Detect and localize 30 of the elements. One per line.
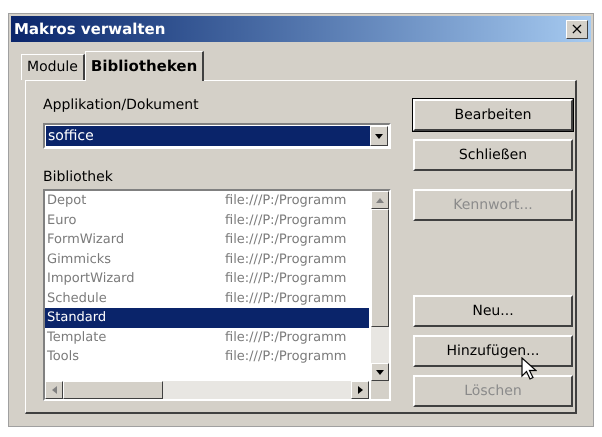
window-title: Makros verwalten xyxy=(14,18,166,40)
scrollbar-corner xyxy=(371,381,389,399)
tab[interactable]: Module xyxy=(21,54,85,80)
library-row[interactable]: Template file:///P:/Programm xyxy=(45,328,369,347)
library-row[interactable]: Gimmicks file:///P:/Programm xyxy=(45,250,369,269)
dialog-button[interactable]: Hinzufügen... xyxy=(413,335,573,367)
field-label: Bibliothek xyxy=(43,168,114,187)
library-row[interactable]: Tools file:///P:/Programm xyxy=(45,347,369,366)
library-row[interactable]: Schedule file:///P:/Programm xyxy=(45,288,369,308)
library-row[interactable]: Depot file:///P:/Programm xyxy=(45,191,369,210)
field-label: Applikation/Dokument xyxy=(43,96,200,115)
scroll-right-icon[interactable] xyxy=(351,381,369,399)
scroll-down-icon[interactable] xyxy=(371,363,389,381)
horizontal-scrollbar[interactable] xyxy=(45,381,369,399)
close-button[interactable]: × xyxy=(566,20,588,38)
scroll-left-icon[interactable] xyxy=(45,381,63,399)
library-row[interactable]: Euro file:///P:/Programm xyxy=(45,210,369,230)
scroll-thumb[interactable] xyxy=(63,381,163,399)
library-row[interactable]: ImportWizard file:///P:/Programm xyxy=(45,269,369,288)
vertical-scrollbar[interactable] xyxy=(371,191,389,381)
tab[interactable]: Bibliotheken xyxy=(84,51,204,81)
library-row[interactable]: Standard xyxy=(45,308,369,328)
dialog-button[interactable]: Bearbeiten xyxy=(413,99,573,131)
application-dropdown[interactable]: soffice xyxy=(43,123,391,149)
scroll-thumb[interactable] xyxy=(371,209,389,327)
library-row[interactable]: FormWizard file:///P:/Programm xyxy=(45,230,369,250)
scroll-up-icon[interactable] xyxy=(371,191,389,209)
dialog-button[interactable]: Neu... xyxy=(413,295,573,327)
mouse-pointer-icon xyxy=(521,357,537,381)
dialog-button[interactable]: Schließen xyxy=(413,139,573,171)
